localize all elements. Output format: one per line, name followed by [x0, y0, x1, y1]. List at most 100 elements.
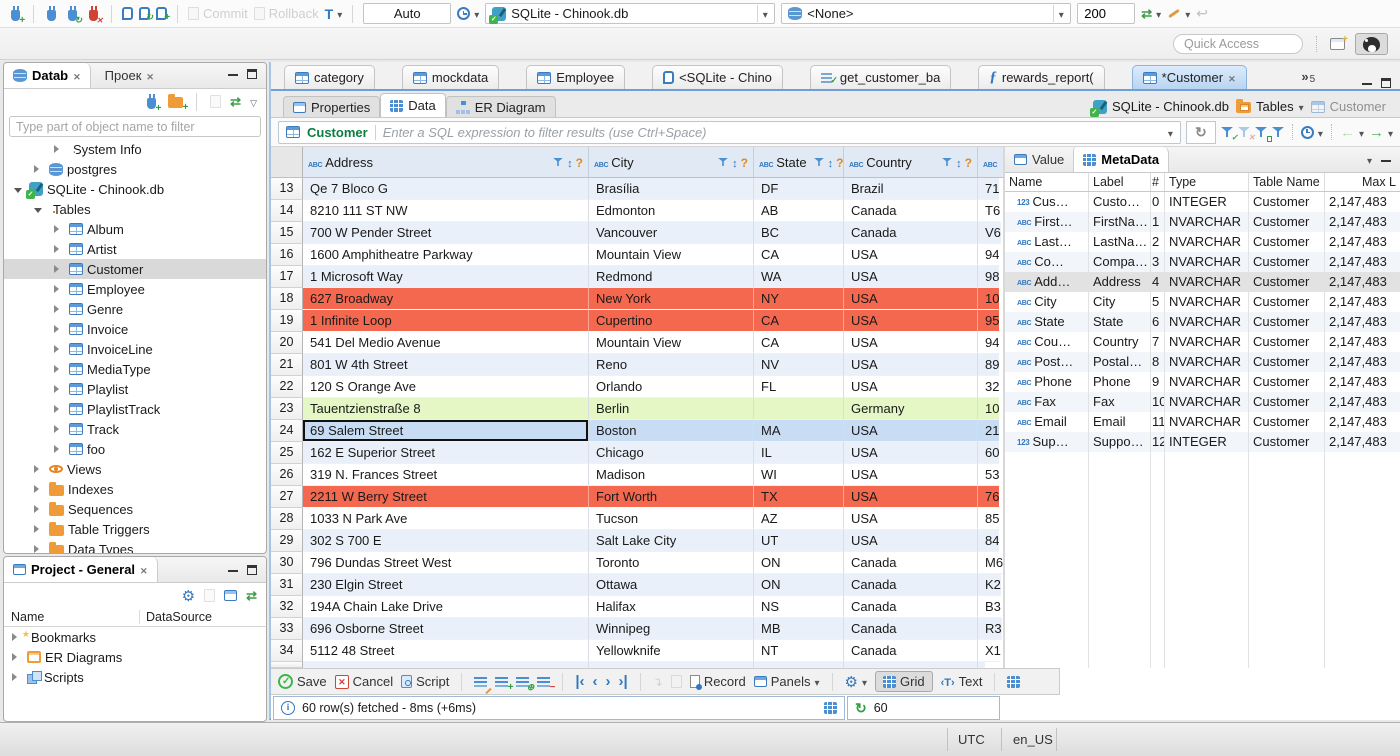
state-cell[interactable]: BC — [754, 222, 844, 244]
new-connection-icon[interactable] — [11, 5, 20, 21]
fetch-all-icon[interactable] — [670, 675, 682, 688]
meta-label-cell[interactable]: FirstNa… — [1089, 212, 1151, 232]
meta-name-cell[interactable]: Email — [1005, 412, 1089, 432]
postalcode-cell[interactable]: 21 — [978, 420, 1000, 442]
column-filter-icon[interactable] — [718, 157, 728, 167]
new-connection-icon[interactable] — [147, 93, 157, 109]
panels-button[interactable]: Panels — [753, 674, 820, 689]
tree-item[interactable]: Views — [4, 459, 266, 479]
expand-all-icon[interactable] — [224, 590, 238, 601]
state-cell[interactable]: TX — [754, 486, 844, 508]
postalcode-cell[interactable]: 95 — [978, 310, 1000, 332]
table-row[interactable]: 23 Tauentzienstraße 8 Berlin Germany 10 — [271, 398, 1003, 420]
refresh-button[interactable] — [1185, 120, 1216, 144]
country-cell[interactable]: USA — [844, 310, 978, 332]
meta-ordinal-cell[interactable]: 7 — [1151, 332, 1165, 352]
country-cell[interactable]: Canada — [844, 574, 978, 596]
reconnect-icon[interactable] — [68, 5, 77, 21]
tree-item[interactable]: Sequences — [4, 499, 266, 519]
metadata-row[interactable]: Sup… Suppo… 12 INTEGER Customer 2,147,48… — [1005, 432, 1400, 452]
meta-table-cell[interactable]: Customer — [1249, 412, 1325, 432]
expand-arrow[interactable] — [54, 304, 65, 314]
meta-type-cell[interactable]: NVARCHAR — [1165, 412, 1249, 432]
script-button[interactable]: Script — [401, 674, 449, 689]
expand-arrow[interactable] — [34, 544, 45, 553]
country-cell[interactable]: USA — [844, 508, 978, 530]
minimize-icon[interactable] — [228, 564, 238, 572]
table-row[interactable]: 25 162 E Superior Street Chicago IL USA … — [271, 442, 1003, 464]
meta-label-cell[interactable]: Postal… — [1089, 352, 1151, 372]
breadcrumb-connection[interactable]: SQLite - Chinook.db — [1089, 99, 1229, 117]
row-number-cell[interactable]: 31 — [271, 574, 303, 596]
meta-label-cell[interactable]: Phone — [1089, 372, 1151, 392]
tree-item[interactable]: Data Types — [4, 539, 266, 553]
state-cell[interactable]: MA — [754, 420, 844, 442]
meta-name-cell[interactable]: Post… — [1005, 352, 1089, 372]
column-header[interactable]: Country — [844, 147, 978, 177]
expand-arrow[interactable] — [54, 424, 65, 434]
postalcode-cell[interactable]: 84 — [978, 530, 1000, 552]
metadata-row[interactable]: Add… Address 4 NVARCHAR Customer 2,147,4… — [1005, 272, 1400, 292]
save-button[interactable]: Save — [278, 674, 327, 689]
meta-name-cell[interactable]: First… — [1005, 212, 1089, 232]
breadcrumb-entity[interactable]: Customer — [1310, 99, 1386, 114]
address-cell[interactable]: 302 S 700 E — [303, 530, 589, 552]
postalcode-cell[interactable]: 71 — [978, 178, 1000, 200]
meta-table-cell[interactable]: Customer — [1249, 332, 1325, 352]
state-cell[interactable]: FL — [754, 376, 844, 398]
address-cell[interactable]: 1033 N Park Ave — [303, 508, 589, 530]
meta-name-cell[interactable]: City — [1005, 292, 1089, 312]
country-cell[interactable]: Canada — [844, 552, 978, 574]
table-row[interactable]: 30 796 Dundas Street West Toronto ON Can… — [271, 552, 1003, 574]
city-cell[interactable]: Berlin — [589, 398, 754, 420]
table-row[interactable]: 29 302 S 700 E Salt Lake City UT USA 84 — [271, 530, 1003, 552]
state-cell[interactable]: IL — [754, 442, 844, 464]
editor-tab[interactable]: get_customer_ba — [809, 65, 952, 89]
meta-name-cell[interactable]: State — [1005, 312, 1089, 332]
postalcode-cell[interactable]: X1 — [978, 640, 1001, 662]
city-cell[interactable]: Orlando — [589, 376, 754, 398]
expand-arrow[interactable] — [54, 364, 65, 374]
city-cell[interactable]: Chicago — [589, 442, 754, 464]
meta-ordinal-cell[interactable]: 4 — [1151, 272, 1165, 292]
delete-row-icon[interactable] — [537, 676, 551, 688]
minimize-icon[interactable] — [228, 68, 238, 76]
editor-subtab[interactable]: ER Diagram — [445, 96, 556, 117]
city-cell[interactable]: Fort Worth — [589, 486, 754, 508]
meta-ordinal-cell[interactable]: 1 — [1151, 212, 1165, 232]
address-cell[interactable]: 541 Del Medio Avenue — [303, 332, 589, 354]
tree-item[interactable]: System Info — [4, 139, 266, 160]
meta-maxlength-cell[interactable]: 2,147,483 — [1325, 252, 1393, 272]
column-info-icon[interactable] — [965, 155, 972, 170]
state-cell[interactable]: WA — [754, 266, 844, 288]
calc-panel-icon[interactable] — [824, 702, 837, 714]
meta-maxlength-cell[interactable]: 2,147,483 — [1325, 312, 1393, 332]
metadata-row[interactable]: Cou… Country 7 NVARCHAR Customer 2,147,4… — [1005, 332, 1400, 352]
address-cell[interactable]: 162 E Superior Street — [303, 442, 589, 464]
city-cell[interactable]: Ottawa — [589, 574, 754, 596]
expand-arrow[interactable] — [54, 444, 65, 454]
city-cell[interactable]: Madison — [589, 464, 754, 486]
city-cell[interactable]: Mountain View — [589, 244, 754, 266]
metadata-row[interactable]: Post… Postal… 8 NVARCHAR Customer 2,147,… — [1005, 352, 1400, 372]
disconnect-icon[interactable] — [89, 5, 98, 21]
compare-button[interactable] — [1167, 6, 1190, 21]
metadata-row[interactable]: Fax Fax 10 NVARCHAR Customer 2,147,483 — [1005, 392, 1400, 412]
table-row[interactable]: 33 696 Osborne Street Winnipeg MB Canada… — [271, 618, 1003, 640]
open-sql-editor-icon[interactable] — [139, 7, 150, 20]
collapse-all-icon[interactable] — [204, 589, 216, 602]
column-header-name[interactable]: Name — [4, 610, 140, 624]
breadcrumb-tables[interactable]: Tables — [1236, 99, 1304, 114]
meta-maxlength-cell[interactable]: 2,147,483 — [1325, 332, 1393, 352]
address-cell[interactable]: 627 Broadway — [303, 288, 589, 310]
postalcode-cell[interactable]: M6 — [978, 552, 1003, 574]
table-row[interactable]: 34 5112 48 Street Yellowknife NT Canada … — [271, 640, 1003, 662]
meta-ordinal-cell[interactable]: 6 — [1151, 312, 1165, 332]
maximize-icon[interactable] — [247, 564, 257, 575]
expand-arrow[interactable] — [54, 224, 65, 234]
state-cell[interactable]: ON — [754, 574, 844, 596]
row-number-cell[interactable]: 15 — [271, 222, 303, 244]
city-cell[interactable]: Edmonton — [589, 200, 754, 222]
meta-ordinal-cell[interactable]: 10 — [1151, 392, 1165, 412]
last-row-icon[interactable] — [619, 675, 628, 689]
